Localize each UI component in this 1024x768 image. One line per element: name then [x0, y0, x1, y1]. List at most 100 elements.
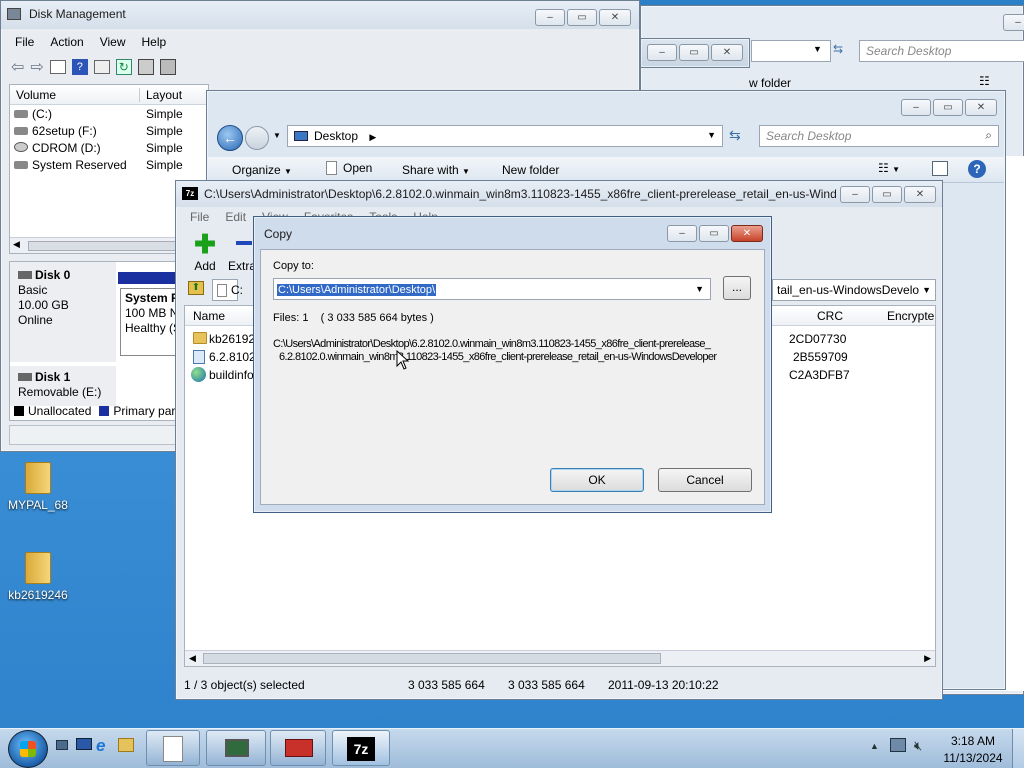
close-button[interactable]: ✕: [904, 186, 936, 203]
refresh-icon[interactable]: ⇆: [833, 42, 843, 56]
forward-icon[interactable]: ⇨: [30, 57, 43, 77]
breadcrumb-arrow-icon[interactable]: ▶: [369, 132, 376, 142]
organize-button[interactable]: Organize ▼: [232, 163, 292, 177]
search-input[interactable]: Search Desktop: [859, 40, 1024, 62]
minimize-button[interactable]: –: [535, 9, 565, 26]
console-tree-icon[interactable]: [49, 60, 66, 74]
copy-to-combobox[interactable]: C:\Users\Administrator\Desktop\ ▼: [273, 278, 711, 300]
taskbar-button-7zip[interactable]: 7z: [332, 730, 390, 766]
open-button[interactable]: Open: [326, 161, 372, 175]
copy-dialog[interactable]: Copy – ▭ ✕ Copy to: C:\Users\Administrat…: [253, 216, 772, 513]
maximize-button[interactable]: ▭: [679, 44, 709, 61]
properties-icon[interactable]: [93, 60, 110, 74]
disk0-panel[interactable]: Disk 0 Basic 10.00 GB Online: [10, 262, 116, 362]
ok-button[interactable]: OK: [550, 468, 644, 492]
maximize-button[interactable]: ▭: [933, 99, 963, 116]
scroll-right-icon[interactable]: ▶: [924, 653, 931, 664]
scroll-thumb[interactable]: [203, 653, 661, 664]
combobox-dropdown-icon[interactable]: ▼: [695, 284, 704, 294]
forward-button[interactable]: [245, 126, 269, 150]
desktop-icon-kb[interactable]: kb2619246: [6, 552, 70, 602]
column-encrypted[interactable]: Encrypte: [887, 309, 934, 323]
search-input[interactable]: Search Desktop ⌕: [759, 125, 999, 147]
menu-edit[interactable]: Edit: [225, 210, 246, 224]
cancel-button[interactable]: Cancel: [658, 468, 752, 492]
menu-help[interactable]: Help: [142, 35, 167, 49]
show-desktop-button[interactable]: [1012, 729, 1024, 768]
browse-button[interactable]: ...: [723, 276, 751, 300]
scroll-left-icon[interactable]: ◀: [189, 653, 196, 664]
folder-quicklaunch-icon[interactable]: [118, 738, 134, 752]
computer-icon[interactable]: [76, 738, 92, 750]
close-button[interactable]: ✕: [711, 44, 743, 61]
volume-muted-icon[interactable]: 🔇︎: [914, 738, 922, 754]
column-crc[interactable]: CRC: [817, 309, 843, 323]
disk1-type: Removable (E:): [18, 385, 102, 399]
back-button[interactable]: ←: [217, 125, 243, 151]
new-folder-button[interactable]: New folder: [502, 163, 559, 177]
add-button[interactable]: ✚ Add: [192, 231, 218, 273]
show-hidden-icons[interactable]: ▲: [870, 741, 879, 751]
taskbar-button-document[interactable]: [146, 730, 200, 766]
taskbar-button-disk-management[interactable]: [206, 730, 266, 766]
close-button[interactable]: ✕: [965, 99, 997, 116]
network-icon[interactable]: [890, 738, 906, 752]
status-size: 3 033 585 664: [408, 678, 485, 692]
dropdown-icon: ▼: [284, 167, 292, 176]
settings-icon[interactable]: [159, 59, 176, 75]
check-icon[interactable]: [137, 59, 154, 75]
address-bar[interactable]: Desktop ▶ ▼: [287, 125, 723, 147]
menu-view[interactable]: View: [100, 35, 126, 49]
copy-to-path[interactable]: C:\Users\Administrator\Desktop\: [277, 284, 437, 296]
dropdown-icon: ▼: [462, 167, 470, 176]
close-button[interactable]: ✕: [599, 9, 631, 26]
start-button[interactable]: [8, 730, 48, 768]
scroll-left-icon[interactable]: ◀: [13, 239, 20, 250]
dropdown-icon[interactable]: ▼: [813, 44, 822, 54]
maximize-button[interactable]: ▭: [872, 186, 902, 203]
help-icon[interactable]: ?: [968, 160, 986, 178]
maximize-button[interactable]: ▭: [699, 225, 729, 242]
column-volume[interactable]: Volume: [10, 87, 140, 102]
refresh-icon[interactable]: ⇆: [729, 127, 741, 144]
up-folder-icon[interactable]: ⬆: [188, 281, 204, 295]
column-name[interactable]: Name: [193, 309, 225, 323]
path-field[interactable]: C:: [212, 279, 243, 301]
recent-dropdown-icon[interactable]: ▼: [273, 131, 281, 140]
maximize-button[interactable]: ▭: [567, 9, 597, 26]
disk1-panel[interactable]: Disk 1 Removable (E:): [10, 366, 116, 406]
change-view-icon[interactable]: ☷ ▼: [878, 161, 900, 175]
clock[interactable]: 3:18 AM 11/13/2024: [938, 733, 1008, 767]
minimize-button[interactable]: –: [647, 44, 677, 61]
minimize-button[interactable]: –: [901, 99, 931, 116]
help-icon[interactable]: ?: [71, 59, 88, 75]
new-folder-button[interactable]: w folder: [749, 76, 791, 90]
path-field-tail[interactable]: tail_en-us-WindowsDevelo ▼: [772, 279, 936, 301]
minimize-button[interactable]: –: [667, 225, 697, 242]
column-layout[interactable]: Layout: [140, 88, 182, 102]
address-dropdown-icon[interactable]: ▼: [707, 130, 716, 140]
show-desktop-icon[interactable]: [56, 740, 68, 750]
desktop-icon-label: MYPAL_68: [8, 498, 68, 512]
volume-row[interactable]: (C:) Simple: [10, 105, 208, 122]
menu-file[interactable]: File: [15, 35, 34, 49]
volume-row[interactable]: CDROM (D:) Simple: [10, 139, 208, 156]
internet-explorer-icon[interactable]: e: [96, 736, 105, 756]
back-icon[interactable]: ⇦: [11, 57, 24, 77]
preview-pane-icon[interactable]: [932, 161, 948, 176]
path-dropdown-icon[interactable]: ▼: [922, 285, 931, 295]
share-button[interactable]: Share with ▼: [402, 163, 470, 177]
minimize-button[interactable]: –: [1003, 14, 1024, 31]
volume-row[interactable]: System Reserved Simple: [10, 156, 208, 173]
scroll-thumb[interactable]: [28, 241, 178, 251]
desktop-icon-mypal[interactable]: MYPAL_68: [6, 462, 70, 512]
view-icon[interactable]: ☷: [979, 74, 990, 88]
menu-file[interactable]: File: [190, 210, 209, 224]
horizontal-scrollbar[interactable]: ◀ ▶: [185, 650, 935, 666]
menu-action[interactable]: Action: [50, 35, 83, 49]
volume-row[interactable]: 62setup (F:) Simple: [10, 122, 208, 139]
minimize-button[interactable]: –: [840, 186, 870, 203]
taskbar-button-toolbox[interactable]: [270, 730, 326, 766]
refresh-icon[interactable]: ↻: [115, 59, 132, 75]
close-button[interactable]: ✕: [731, 225, 763, 242]
